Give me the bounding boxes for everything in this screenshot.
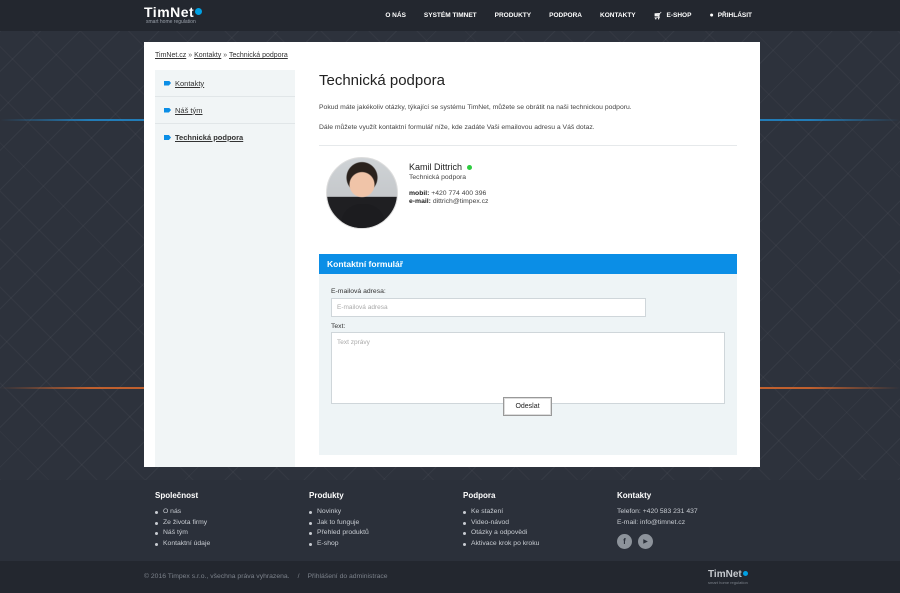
text-label: Text: xyxy=(331,323,346,330)
footer-link[interactable]: O nás xyxy=(155,507,210,518)
footer-column-produkty: Produkty Novinky Jak to funguje Přehled … xyxy=(309,491,369,549)
tag-icon xyxy=(164,80,171,86)
form-title: Kontaktní formulář xyxy=(319,254,737,274)
message-textarea[interactable]: Text zprávy xyxy=(331,332,725,404)
footer-heading: Společnost xyxy=(155,491,199,500)
logo-tagline: smart home regulation xyxy=(146,19,196,25)
logo-dot-icon xyxy=(195,8,203,15)
user-icon: ● xyxy=(709,12,714,19)
footer-column-spolecnost: Společnost O nás Ze života firmy Náš tým… xyxy=(155,491,210,549)
footer-link[interactable]: Jak to funguje xyxy=(309,518,369,529)
main-nav: O NÁS SYSTÉM TIMNET PRODUKTY PODPORA KON… xyxy=(367,0,752,31)
breadcrumb-separator: » xyxy=(223,52,228,59)
contact-name: Kamil Dittrich xyxy=(409,162,488,172)
footer-link[interactable]: Ke stažení xyxy=(463,507,539,518)
main-content: Technická podpora Pokud máte jakékoliv o… xyxy=(319,70,737,455)
footer-column-kontakty: Kontakty Telefon: +420 583 231 437 E-mai… xyxy=(617,491,698,549)
footer-email[interactable]: E-mail: info@timnet.cz xyxy=(617,518,698,529)
footer-link[interactable]: Aktivace krok po kroku xyxy=(463,539,539,550)
facebook-icon[interactable]: f xyxy=(617,534,632,549)
youtube-icon[interactable]: ▶ xyxy=(638,534,653,549)
intro-paragraph: Pokud máte jakékoliv otázky, týkající se… xyxy=(319,104,632,111)
contact-form: Kontaktní formulář E-mailová adresa: E-m… xyxy=(319,254,737,455)
nav-podpora[interactable]: PODPORA xyxy=(549,12,582,19)
nav-prihlasit[interactable]: ● PŘIHLÁSIT xyxy=(709,12,752,19)
submit-button[interactable]: Odeslat xyxy=(503,397,552,416)
sidebar-item-label: Kontakty xyxy=(175,78,205,88)
nav-produkty[interactable]: PRODUKTY xyxy=(495,12,531,19)
footer-link[interactable]: Video-návod xyxy=(463,518,539,529)
footer-link[interactable]: Novinky xyxy=(309,507,369,518)
contact-card: Kamil Dittrich Technická podpora mobil: … xyxy=(319,146,737,246)
logo-dot-icon xyxy=(742,571,748,576)
footer-link[interactable]: Otázky a odpovědi xyxy=(463,528,539,539)
email-label: E-mailová adresa: xyxy=(331,288,386,295)
footer-column-podpora: Podpora Ke stažení Video-návod Otázky a … xyxy=(463,491,539,549)
intro-paragraph: Dále můžete využít kontaktní formulář ní… xyxy=(319,124,595,131)
contact-phone: mobil: +420 774 400 396 xyxy=(409,190,487,197)
intro-text: Pokud máte jakékoliv otázky, týkající se… xyxy=(319,103,737,133)
sidebar-item-nas-tym[interactable]: Náš tým xyxy=(155,97,295,124)
nav-o-nas[interactable]: O NÁS xyxy=(385,12,406,19)
copyright: © 2016 Timpex s.r.o., všechna práva vyhr… xyxy=(144,573,388,580)
contact-role: Technická podpora xyxy=(409,174,467,181)
contact-email[interactable]: e-mail: dittrich@timpex.cz xyxy=(409,198,488,205)
email-input[interactable]: E-mailová adresa xyxy=(331,298,646,317)
timnet-logo[interactable]: TimNet smart home regulation xyxy=(144,5,214,27)
footer-heading: Produkty xyxy=(309,491,344,500)
nav-e-shop[interactable]: 🛒︎ E-SHOP xyxy=(654,12,692,20)
breadcrumb-home[interactable]: TimNet.cz xyxy=(155,52,186,59)
sidebar-item-kontakty[interactable]: Kontakty xyxy=(155,70,295,97)
footer-logo[interactable]: TimNet smart home regulation xyxy=(708,569,748,585)
sidebar-item-label: Technická podpora xyxy=(175,133,244,142)
sidebar-item-label: Náš tým xyxy=(175,105,203,115)
footer: Společnost O nás Ze života firmy Náš tým… xyxy=(0,480,900,561)
footer-phone: Telefon: +420 583 231 437 xyxy=(617,508,698,515)
tag-icon xyxy=(164,107,171,113)
social-links: f ▶ xyxy=(617,534,698,549)
footer-link[interactable]: Přehled produktů xyxy=(309,528,369,539)
logo-text: TimNet xyxy=(144,5,214,19)
contact-info: Kamil Dittrich Technická podpora mobil: … xyxy=(409,162,488,205)
bottom-bar: © 2016 Timpex s.r.o., všechna práva vyhr… xyxy=(0,561,900,593)
sidebar-item-technicka-podpora[interactable]: Technická podpora xyxy=(155,124,295,151)
nav-system-timnet[interactable]: SYSTÉM TIMNET xyxy=(424,12,477,19)
footer-link[interactable]: Náš tým xyxy=(155,528,210,539)
avatar-body xyxy=(341,204,385,228)
cart-icon: 🛒︎ xyxy=(653,12,663,20)
breadcrumb: TimNet.cz » Kontakty » Technická podpora xyxy=(155,52,288,59)
breadcrumb-kontakty[interactable]: Kontakty xyxy=(194,52,221,59)
tag-icon xyxy=(164,135,171,140)
page-title: Technická podpora xyxy=(319,72,445,89)
footer-link[interactable]: E-shop xyxy=(309,539,369,550)
footer-link[interactable]: Ze života firmy xyxy=(155,518,210,529)
nav-kontakty[interactable]: KONTAKTY xyxy=(600,12,636,19)
footer-heading: Kontakty xyxy=(617,491,652,500)
avatar xyxy=(326,157,398,229)
online-status-icon xyxy=(467,164,473,170)
footer-heading: Podpora xyxy=(463,491,496,500)
breadcrumb-current[interactable]: Technická podpora xyxy=(229,52,288,59)
main-card: TimNet.cz » Kontakty » Technická podpora… xyxy=(144,42,760,467)
admin-login-link[interactable]: Přihlášení do administrace xyxy=(307,573,387,580)
footer-link[interactable]: Kontaktní údaje xyxy=(155,539,210,550)
sidebar: Kontakty Náš tým Technická podpora xyxy=(155,70,295,467)
top-navigation-bar: TimNet smart home regulation O NÁS SYSTÉ… xyxy=(0,0,900,31)
breadcrumb-separator: » xyxy=(188,52,193,59)
